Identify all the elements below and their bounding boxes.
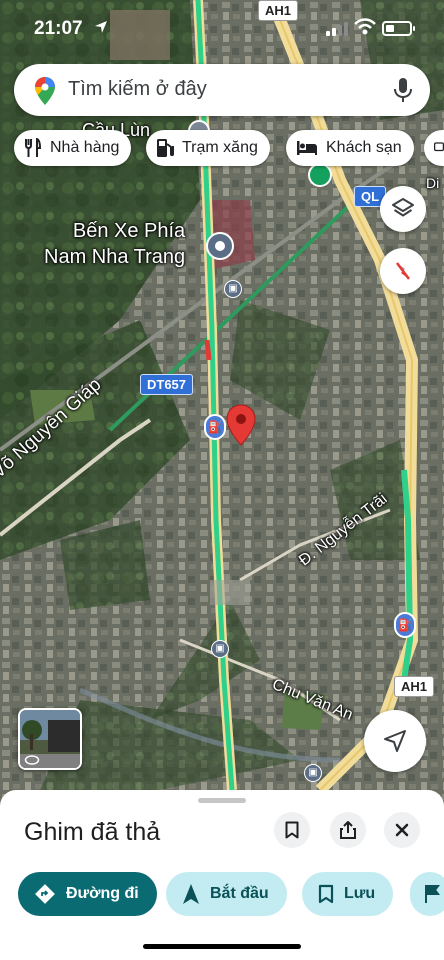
start-button[interactable]: Bắt đầu xyxy=(166,872,287,916)
flag-icon xyxy=(425,885,440,903)
microphone-icon[interactable] xyxy=(394,77,412,103)
status-time: 21:07 xyxy=(34,18,83,39)
navigation-arrow-icon xyxy=(183,884,199,904)
category-chips: Nhà hàng Trạm xăng Khách sạn xyxy=(14,130,444,168)
close-icon xyxy=(395,823,409,837)
status-bar: 21:07 xyxy=(0,0,444,48)
map-label-di: Di xyxy=(426,175,440,191)
layers-icon xyxy=(392,198,414,217)
chip-hotels[interactable]: Khách sạn xyxy=(286,130,414,166)
bus-stop-icon[interactable]: ▣ xyxy=(224,280,242,298)
search-input[interactable]: Tìm kiếm ở đây xyxy=(68,78,207,101)
location-arrow-icon xyxy=(95,21,107,33)
action-buttons: Đường đi Bắt đầu Lưu xyxy=(18,872,444,916)
gas-station-marker-icon[interactable]: ⛽ xyxy=(204,414,226,440)
bookmark-icon xyxy=(318,884,334,904)
google-maps-logo-icon xyxy=(35,77,55,105)
home-indicator xyxy=(143,944,301,949)
chip-label: Khách sạn xyxy=(326,139,402,156)
chip-more[interactable] xyxy=(424,130,444,166)
shield-ah1-bottom: AH1 xyxy=(394,676,435,697)
fork-knife-icon xyxy=(25,138,42,157)
save-label: Lưu xyxy=(344,885,376,902)
dropped-pin-icon[interactable] xyxy=(226,404,256,446)
bus-stop-icon[interactable]: ▣ xyxy=(304,764,322,782)
chip-label: Trạm xăng xyxy=(182,139,258,156)
bookmark-icon xyxy=(285,821,299,839)
compass-button[interactable] xyxy=(380,248,426,294)
map-label-bus-station[interactable]: Bến Xe Phía Nam Nha Trang xyxy=(44,218,185,270)
chip-label: Nhà hàng xyxy=(50,139,120,156)
sheet-grabber[interactable] xyxy=(198,798,246,803)
navigation-arrow-icon xyxy=(384,730,406,752)
wifi-icon xyxy=(354,18,376,35)
bus-station-marker-icon[interactable] xyxy=(206,232,234,260)
shield-dt657: DT657 xyxy=(140,374,194,395)
share-icon xyxy=(340,821,356,839)
more-actions-button[interactable] xyxy=(410,872,444,916)
share-button[interactable] xyxy=(330,812,366,848)
directions-button[interactable]: Đường đi xyxy=(18,872,157,916)
save-pin-button[interactable] xyxy=(274,812,310,848)
layers-button[interactable] xyxy=(380,186,426,232)
cellular-signal-icon xyxy=(326,22,348,36)
directions-icon xyxy=(35,884,55,904)
chip-restaurants[interactable]: Nhà hàng xyxy=(14,130,132,166)
place-bottom-sheet[interactable]: Ghim đã thả Đường đi Bắt đầu Lưu xyxy=(0,790,444,960)
bed-icon xyxy=(297,141,317,155)
battery-icon xyxy=(382,21,415,36)
directions-label: Đường đi xyxy=(66,885,139,902)
save-button[interactable]: Lưu xyxy=(302,872,394,916)
chip-gas-stations[interactable]: Trạm xăng xyxy=(146,130,270,166)
rotate-360-icon xyxy=(24,755,40,765)
gas-station-marker-icon[interactable]: ⛽ xyxy=(394,612,416,638)
place-title: Ghim đã thả xyxy=(24,818,161,846)
start-label: Bắt đầu xyxy=(210,885,269,902)
gas-station-icon xyxy=(157,139,174,157)
compass-icon xyxy=(396,262,410,280)
close-button[interactable] xyxy=(384,812,420,848)
more-category-icon xyxy=(434,142,444,152)
my-location-button[interactable] xyxy=(364,710,426,772)
bus-stop-icon[interactable]: ▣ xyxy=(211,640,229,658)
street-view-thumbnail[interactable] xyxy=(18,708,82,770)
search-bar[interactable]: Tìm kiếm ở đây xyxy=(14,64,430,116)
